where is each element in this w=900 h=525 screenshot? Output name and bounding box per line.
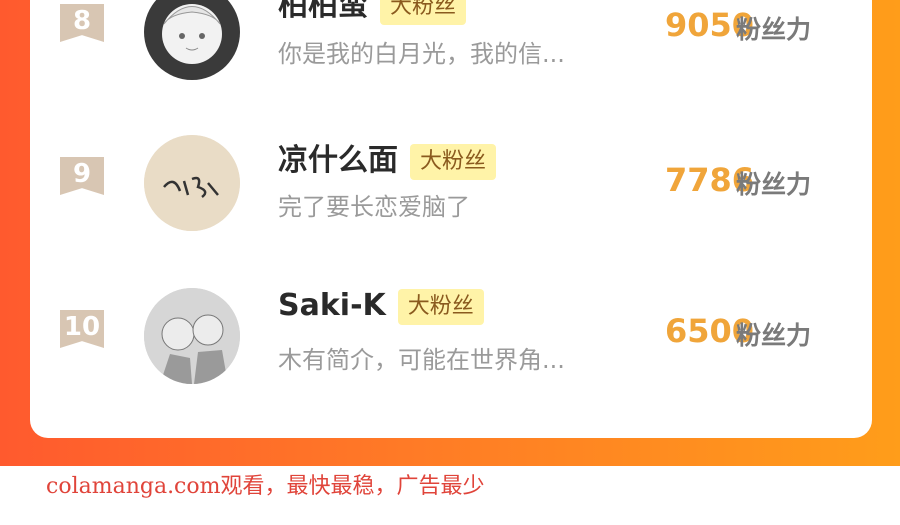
rank-badge: 10	[60, 310, 104, 348]
user-bio: 木有简介，可能在世界角...	[278, 346, 565, 374]
user-bio: 完了要长恋爱脑了	[278, 193, 470, 221]
list-item[interactable]: 9 凉什么面 大粉丝 完了要长恋爱脑了 7786 粉丝力	[30, 125, 872, 245]
leaderboard-frame: 8 柏柏蛮 大粉丝 你是我的白月光，我的信... 9050 粉丝力 9 凉什么面…	[0, 0, 900, 466]
rank-badge: 9	[60, 157, 104, 195]
watermark-text: colamanga.com观看，最快最稳，广告最少	[46, 474, 485, 499]
fan-level-badge: 大粉丝	[410, 143, 497, 180]
rank-badge: 8	[60, 4, 104, 42]
user-name-text: 柏柏蛮	[278, 0, 368, 23]
avatar[interactable]	[144, 288, 240, 384]
fan-score-unit: 粉丝力	[736, 170, 812, 199]
fan-score-unit: 粉丝力	[736, 321, 812, 350]
fan-score-unit: 粉丝力	[736, 15, 812, 44]
list-item[interactable]: 8 柏柏蛮 大粉丝 你是我的白月光，我的信... 9050 粉丝力	[30, 0, 872, 92]
user-name-text: Saki-K	[278, 288, 386, 323]
fan-ranking-card: 8 柏柏蛮 大粉丝 你是我的白月光，我的信... 9050 粉丝力 9 凉什么面…	[30, 0, 872, 438]
avatar[interactable]	[144, 0, 240, 80]
user-bio: 你是我的白月光，我的信...	[278, 40, 565, 68]
fan-level-badge: 大粉丝	[380, 0, 467, 25]
user-name-text: 凉什么面	[278, 143, 398, 178]
user-name[interactable]: 凉什么面 大粉丝	[278, 135, 497, 180]
avatar[interactable]	[144, 135, 240, 231]
fan-level-badge: 大粉丝	[397, 288, 484, 325]
list-item[interactable]: 10 Saki-K 大粉丝 木有简介，可能在世界角... 6500 粉丝力	[30, 278, 872, 398]
user-name[interactable]: Saki-K 大粉丝	[278, 288, 484, 325]
user-name[interactable]: 柏柏蛮 大粉丝	[278, 0, 467, 25]
